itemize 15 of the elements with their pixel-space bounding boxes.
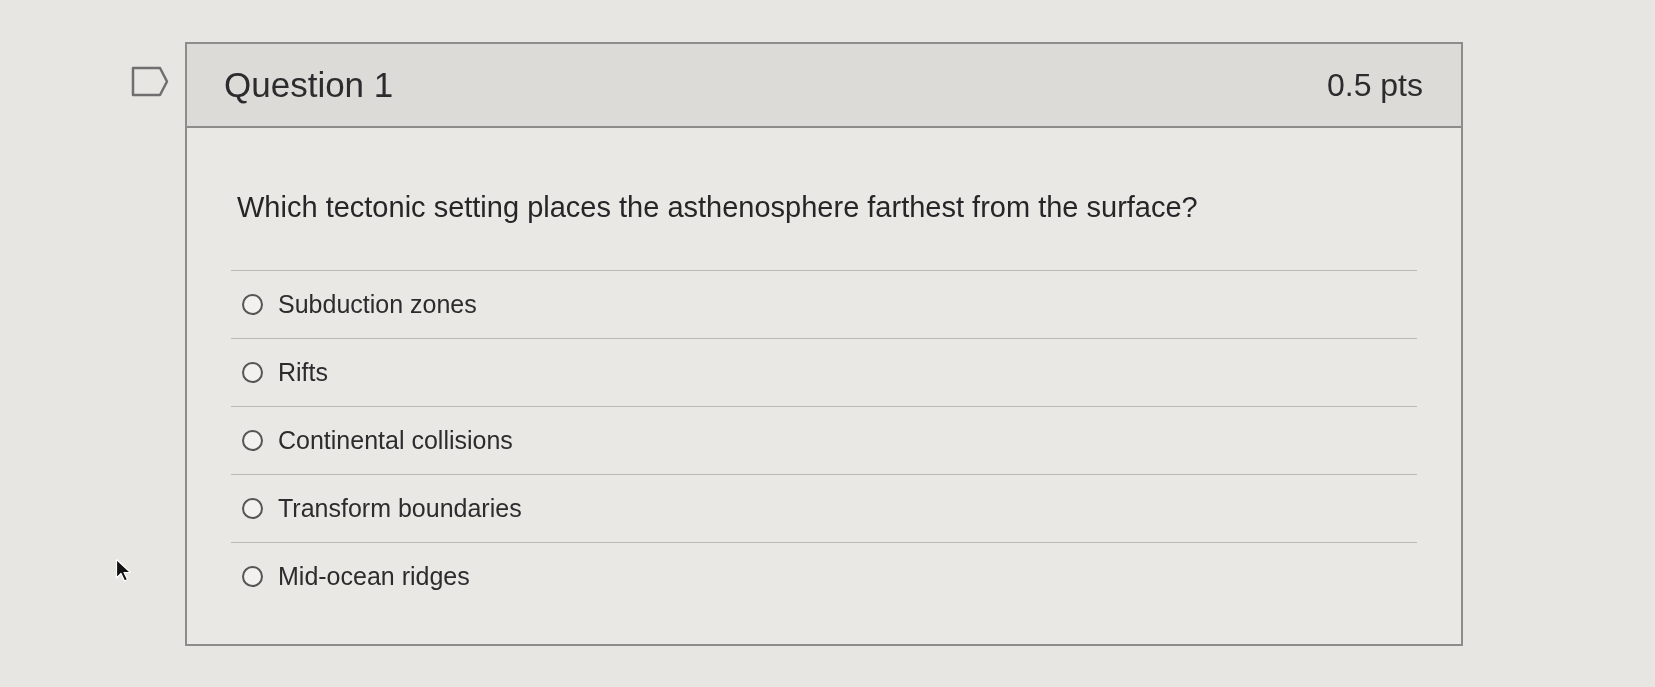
answer-label[interactable]: Rifts (278, 353, 328, 392)
mouse-cursor-icon (115, 558, 133, 583)
question-text: Which tectonic setting places the asthenosphere farthest from the surface? (237, 191, 1198, 223)
answer-label[interactable]: Transform boundaries (278, 489, 522, 528)
radio-button[interactable] (242, 566, 263, 587)
answer-label[interactable]: Subduction zones (278, 285, 477, 324)
answer-label[interactable]: Continental collisions (278, 421, 513, 460)
radio-button[interactable] (242, 362, 263, 383)
points-value: 0.5 pts (1326, 66, 1423, 105)
flag-outline-icon[interactable] (131, 66, 169, 97)
question-title: Question 1 (224, 63, 394, 106)
radio-button[interactable] (242, 430, 263, 451)
radio-button[interactable] (242, 498, 263, 519)
radio-button[interactable] (242, 294, 263, 315)
answer-label[interactable]: Mid-ocean ridges (278, 557, 470, 596)
